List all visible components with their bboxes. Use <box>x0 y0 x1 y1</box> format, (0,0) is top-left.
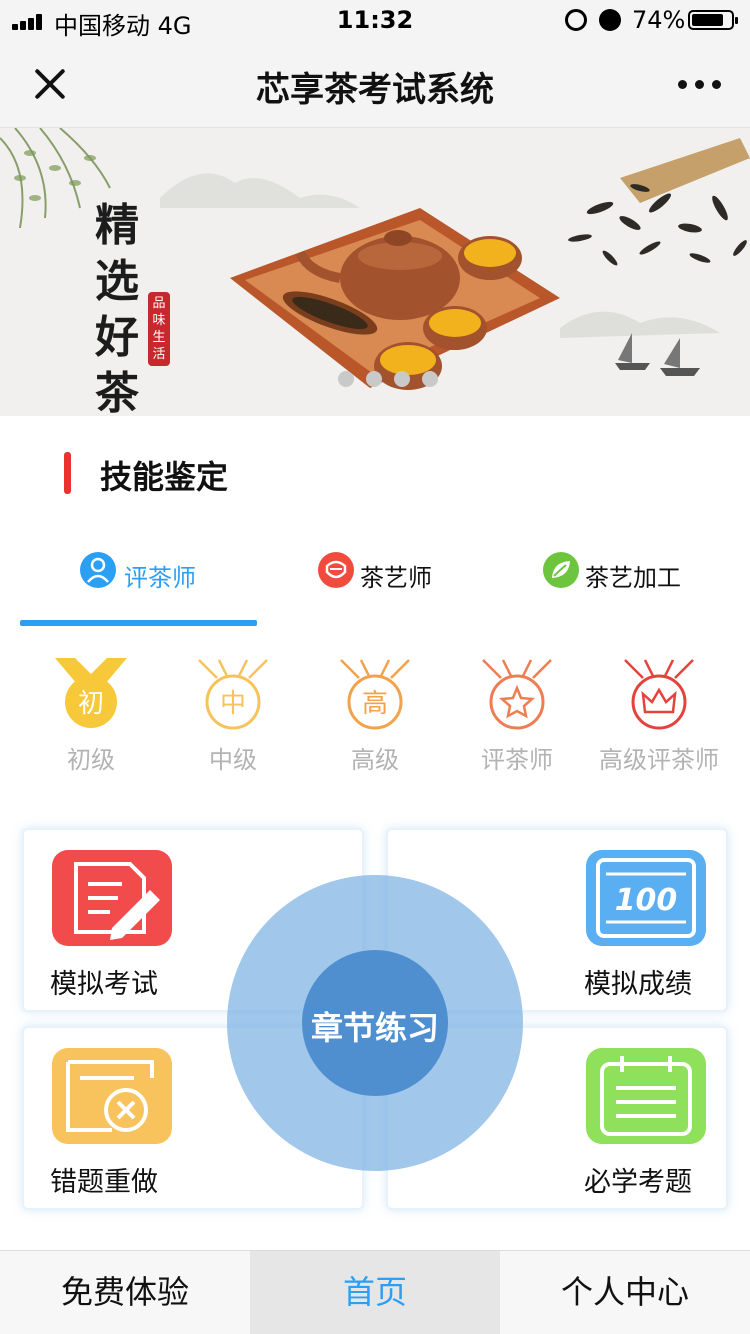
tab-label: 茶艺加工 <box>585 564 681 592</box>
card-label: 模拟成绩 <box>584 969 692 1000</box>
leaf-icon <box>543 552 579 588</box>
chapter-practice-label: 章节练习 <box>310 1009 439 1047</box>
score-100-icon: 100 <box>586 850 706 946</box>
banner-calligraphy: 精 选 好 茶 <box>95 198 145 416</box>
banner-carousel[interactable]: 精 选 好 茶 品 味 生 活 <box>0 128 750 416</box>
calligraphy-char: 选 <box>95 256 139 307</box>
card-label: 模拟考试 <box>50 969 158 1000</box>
medal-glyph: 高 <box>362 689 388 719</box>
carousel-indicator <box>338 371 438 387</box>
section-title: 技能鉴定 <box>100 458 229 496</box>
nav-bar: 芯享茶考试系统 <box>0 40 750 128</box>
bottom-tab-profile[interactable]: 个人中心 <box>500 1251 750 1334</box>
tab-tea-taster[interactable]: 评茶师 <box>80 540 260 630</box>
section-marker <box>64 452 71 494</box>
battery-icon <box>688 10 738 30</box>
medal-intermediate-icon: 中 <box>198 659 268 730</box>
calligraphy-char: 好 <box>95 312 139 363</box>
medal-crown-icon <box>624 659 694 730</box>
level-label: 评茶师 <box>481 746 553 774</box>
status-bar: 中国移动 4G 11:32 74% <box>0 0 750 40</box>
level-label: 高级评茶师 <box>599 746 719 774</box>
tab-label: 评茶师 <box>124 564 196 592</box>
level-senior-tea-taster[interactable]: 高级评茶师 <box>588 656 730 776</box>
seal-char: 活 <box>152 347 166 362</box>
medal-glyph: 中 <box>220 689 246 719</box>
level-label: 中级 <box>209 746 257 774</box>
carousel-dot[interactable] <box>366 371 382 387</box>
notebook-icon <box>586 1048 706 1144</box>
more-options-icon[interactable] <box>678 80 722 90</box>
seal-char: 生 <box>152 330 166 345</box>
red-seal: 品 味 生 活 <box>148 292 170 366</box>
alarm-icon <box>599 9 621 31</box>
battery-percentage: 74% <box>632 6 686 34</box>
level-tea-taster[interactable]: 评茶师 <box>446 656 588 776</box>
rotation-lock-icon <box>565 9 587 31</box>
chapter-practice-button[interactable]: 章节练习 <box>227 875 523 1171</box>
bottom-tab-home[interactable]: 首页 <box>250 1251 500 1334</box>
bottom-tab-free-trial[interactable]: 免费体验 <box>0 1251 250 1334</box>
calligraphy-char: 茶 <box>95 368 139 416</box>
medal-advanced-icon: 高 <box>340 659 410 730</box>
tab-label: 茶艺师 <box>360 564 432 592</box>
card-label: 错题重做 <box>50 1167 158 1198</box>
page-title: 芯享茶考试系统 <box>256 70 494 110</box>
card-label: 必学考题 <box>584 1167 692 1198</box>
medal-primary-icon: 初 <box>55 658 127 728</box>
medal-star-icon <box>482 659 552 730</box>
score-text: 100 <box>615 883 678 918</box>
level-intermediate[interactable]: 中 中级 <box>162 656 304 776</box>
tab-tea-processing[interactable]: 茶艺加工 <box>543 540 703 630</box>
level-label: 高级 <box>351 746 399 774</box>
active-tab-indicator <box>20 620 257 626</box>
bottom-tab-bar: 免费体验 首页 个人中心 <box>0 1250 750 1334</box>
carousel-dot[interactable] <box>394 371 410 387</box>
level-primary[interactable]: 初 初级 <box>20 656 162 776</box>
medal-glyph: 初 <box>78 689 104 719</box>
mask-icon <box>318 552 354 588</box>
seal-char: 味 <box>152 313 166 328</box>
category-tabs: 评茶师 茶艺师 茶艺加工 <box>0 540 750 630</box>
wrong-answer-icon <box>52 1048 172 1144</box>
tab-tea-art[interactable]: 茶艺师 <box>318 540 468 630</box>
level-label: 初级 <box>67 746 115 774</box>
edit-document-icon <box>52 850 172 946</box>
carousel-dot[interactable] <box>338 371 354 387</box>
seal-char: 品 <box>152 296 166 311</box>
carousel-dot[interactable] <box>422 371 438 387</box>
calligraphy-char: 精 <box>95 200 139 251</box>
level-advanced[interactable]: 高 高级 <box>304 656 446 776</box>
person-icon <box>80 552 116 588</box>
